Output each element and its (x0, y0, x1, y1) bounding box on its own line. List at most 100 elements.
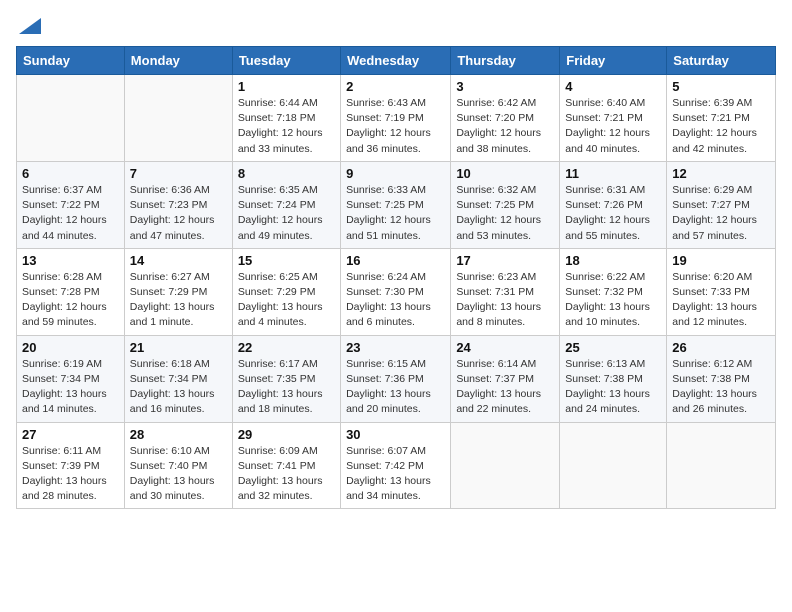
logo (16, 16, 41, 34)
day-info: Sunrise: 6:19 AM Sunset: 7:34 PM Dayligh… (22, 357, 119, 418)
day-number: 11 (565, 166, 661, 181)
day-number: 5 (672, 79, 770, 94)
day-cell: 26 Sunrise: 6:12 AM Sunset: 7:38 PM Dayli… (667, 335, 776, 422)
day-cell: 15 Sunrise: 6:25 AM Sunset: 7:29 PM Dayli… (232, 248, 340, 335)
day-cell: 11 Sunrise: 6:31 AM Sunset: 7:26 PM Dayli… (560, 161, 667, 248)
day-number: 20 (22, 340, 119, 355)
day-cell: 21 Sunrise: 6:18 AM Sunset: 7:34 PM Dayli… (124, 335, 232, 422)
day-info: Sunrise: 6:18 AM Sunset: 7:34 PM Dayligh… (130, 357, 227, 418)
weekday-header-tuesday: Tuesday (232, 47, 340, 75)
day-cell: 29 Sunrise: 6:09 AM Sunset: 7:41 PM Dayli… (232, 422, 340, 509)
day-info: Sunrise: 6:28 AM Sunset: 7:28 PM Dayligh… (22, 270, 119, 331)
weekday-header-saturday: Saturday (667, 47, 776, 75)
day-number: 4 (565, 79, 661, 94)
day-info: Sunrise: 6:10 AM Sunset: 7:40 PM Dayligh… (130, 444, 227, 505)
day-number: 1 (238, 79, 335, 94)
day-cell (17, 75, 125, 162)
day-number: 16 (346, 253, 445, 268)
weekday-header-sunday: Sunday (17, 47, 125, 75)
page-header (16, 16, 776, 34)
day-cell: 22 Sunrise: 6:17 AM Sunset: 7:35 PM Dayli… (232, 335, 340, 422)
day-cell: 14 Sunrise: 6:27 AM Sunset: 7:29 PM Dayli… (124, 248, 232, 335)
day-number: 27 (22, 427, 119, 442)
day-cell: 2 Sunrise: 6:43 AM Sunset: 7:19 PM Daylig… (341, 75, 451, 162)
day-cell: 4 Sunrise: 6:40 AM Sunset: 7:21 PM Daylig… (560, 75, 667, 162)
day-info: Sunrise: 6:39 AM Sunset: 7:21 PM Dayligh… (672, 96, 770, 157)
day-info: Sunrise: 6:37 AM Sunset: 7:22 PM Dayligh… (22, 183, 119, 244)
calendar-table: SundayMondayTuesdayWednesdayThursdayFrid… (16, 46, 776, 509)
weekday-header-wednesday: Wednesday (341, 47, 451, 75)
day-cell: 5 Sunrise: 6:39 AM Sunset: 7:21 PM Daylig… (667, 75, 776, 162)
day-cell: 6 Sunrise: 6:37 AM Sunset: 7:22 PM Daylig… (17, 161, 125, 248)
day-info: Sunrise: 6:35 AM Sunset: 7:24 PM Dayligh… (238, 183, 335, 244)
day-cell: 7Sunrise: 6:36 AM Sunset: 7:23 PM Daylig… (124, 161, 232, 248)
day-number: 10 (456, 166, 554, 181)
day-cell: 30 Sunrise: 6:07 AM Sunset: 7:42 PM Dayli… (341, 422, 451, 509)
day-number: 28 (130, 427, 227, 442)
day-info: Sunrise: 6:42 AM Sunset: 7:20 PM Dayligh… (456, 96, 554, 157)
day-info: Sunrise: 6:07 AM Sunset: 7:42 PM Dayligh… (346, 444, 445, 505)
day-number: 19 (672, 253, 770, 268)
week-row-4: 20 Sunrise: 6:19 AM Sunset: 7:34 PM Dayli… (17, 335, 776, 422)
weekday-header-monday: Monday (124, 47, 232, 75)
day-info: Sunrise: 6:17 AM Sunset: 7:35 PM Dayligh… (238, 357, 335, 418)
day-info: Sunrise: 6:25 AM Sunset: 7:29 PM Dayligh… (238, 270, 335, 331)
day-number: 14 (130, 253, 227, 268)
day-cell: 12 Sunrise: 6:29 AM Sunset: 7:27 PM Dayli… (667, 161, 776, 248)
day-info: Sunrise: 6:29 AM Sunset: 7:27 PM Dayligh… (672, 183, 770, 244)
day-info: Sunrise: 6:33 AM Sunset: 7:25 PM Dayligh… (346, 183, 445, 244)
day-number: 3 (456, 79, 554, 94)
day-info: Sunrise: 6:22 AM Sunset: 7:32 PM Dayligh… (565, 270, 661, 331)
day-cell: 1 Sunrise: 6:44 AM Sunset: 7:18 PM Daylig… (232, 75, 340, 162)
day-info: Sunrise: 6:11 AM Sunset: 7:39 PM Dayligh… (22, 444, 119, 505)
day-cell: 27 Sunrise: 6:11 AM Sunset: 7:39 PM Dayli… (17, 422, 125, 509)
day-info: Sunrise: 6:27 AM Sunset: 7:29 PM Dayligh… (130, 270, 227, 331)
day-cell (667, 422, 776, 509)
day-number: 15 (238, 253, 335, 268)
day-info: Sunrise: 6:40 AM Sunset: 7:21 PM Dayligh… (565, 96, 661, 157)
day-number: 2 (346, 79, 445, 94)
day-cell: 28 Sunrise: 6:10 AM Sunset: 7:40 PM Dayli… (124, 422, 232, 509)
day-cell: 9 Sunrise: 6:33 AM Sunset: 7:25 PM Daylig… (341, 161, 451, 248)
day-info: Sunrise: 6:44 AM Sunset: 7:18 PM Dayligh… (238, 96, 335, 157)
day-number: 9 (346, 166, 445, 181)
weekday-header-friday: Friday (560, 47, 667, 75)
day-cell (560, 422, 667, 509)
day-cell: 3 Sunrise: 6:42 AM Sunset: 7:20 PM Daylig… (451, 75, 560, 162)
day-number: 7 (130, 166, 227, 181)
day-info: Sunrise: 6:12 AM Sunset: 7:38 PM Dayligh… (672, 357, 770, 418)
weekday-header-row: SundayMondayTuesdayWednesdayThursdayFrid… (17, 47, 776, 75)
day-number: 18 (565, 253, 661, 268)
day-number: 21 (130, 340, 227, 355)
day-info: Sunrise: 6:13 AM Sunset: 7:38 PM Dayligh… (565, 357, 661, 418)
logo-icon (19, 18, 41, 34)
day-info: Sunrise: 6:24 AM Sunset: 7:30 PM Dayligh… (346, 270, 445, 331)
day-cell: 19 Sunrise: 6:20 AM Sunset: 7:33 PM Dayli… (667, 248, 776, 335)
day-number: 30 (346, 427, 445, 442)
day-number: 8 (238, 166, 335, 181)
week-row-5: 27 Sunrise: 6:11 AM Sunset: 7:39 PM Dayli… (17, 422, 776, 509)
day-info: Sunrise: 6:15 AM Sunset: 7:36 PM Dayligh… (346, 357, 445, 418)
day-cell: 18 Sunrise: 6:22 AM Sunset: 7:32 PM Dayli… (560, 248, 667, 335)
day-number: 13 (22, 253, 119, 268)
day-number: 12 (672, 166, 770, 181)
day-cell: 16 Sunrise: 6:24 AM Sunset: 7:30 PM Dayli… (341, 248, 451, 335)
day-info: Sunrise: 6:32 AM Sunset: 7:25 PM Dayligh… (456, 183, 554, 244)
day-number: 6 (22, 166, 119, 181)
day-number: 29 (238, 427, 335, 442)
day-number: 24 (456, 340, 554, 355)
day-cell: 8 Sunrise: 6:35 AM Sunset: 7:24 PM Daylig… (232, 161, 340, 248)
week-row-2: 6 Sunrise: 6:37 AM Sunset: 7:22 PM Daylig… (17, 161, 776, 248)
day-cell: 10 Sunrise: 6:32 AM Sunset: 7:25 PM Dayli… (451, 161, 560, 248)
day-cell: 25 Sunrise: 6:13 AM Sunset: 7:38 PM Dayli… (560, 335, 667, 422)
day-cell: 17Sunrise: 6:23 AM Sunset: 7:31 PM Dayli… (451, 248, 560, 335)
day-number: 26 (672, 340, 770, 355)
day-info: Sunrise: 6:31 AM Sunset: 7:26 PM Dayligh… (565, 183, 661, 244)
day-info: Sunrise: 6:20 AM Sunset: 7:33 PM Dayligh… (672, 270, 770, 331)
day-info: Sunrise: 6:43 AM Sunset: 7:19 PM Dayligh… (346, 96, 445, 157)
weekday-header-thursday: Thursday (451, 47, 560, 75)
day-info: Sunrise: 6:09 AM Sunset: 7:41 PM Dayligh… (238, 444, 335, 505)
day-number: 25 (565, 340, 661, 355)
day-number: 22 (238, 340, 335, 355)
day-info: Sunrise: 6:14 AM Sunset: 7:37 PM Dayligh… (456, 357, 554, 418)
